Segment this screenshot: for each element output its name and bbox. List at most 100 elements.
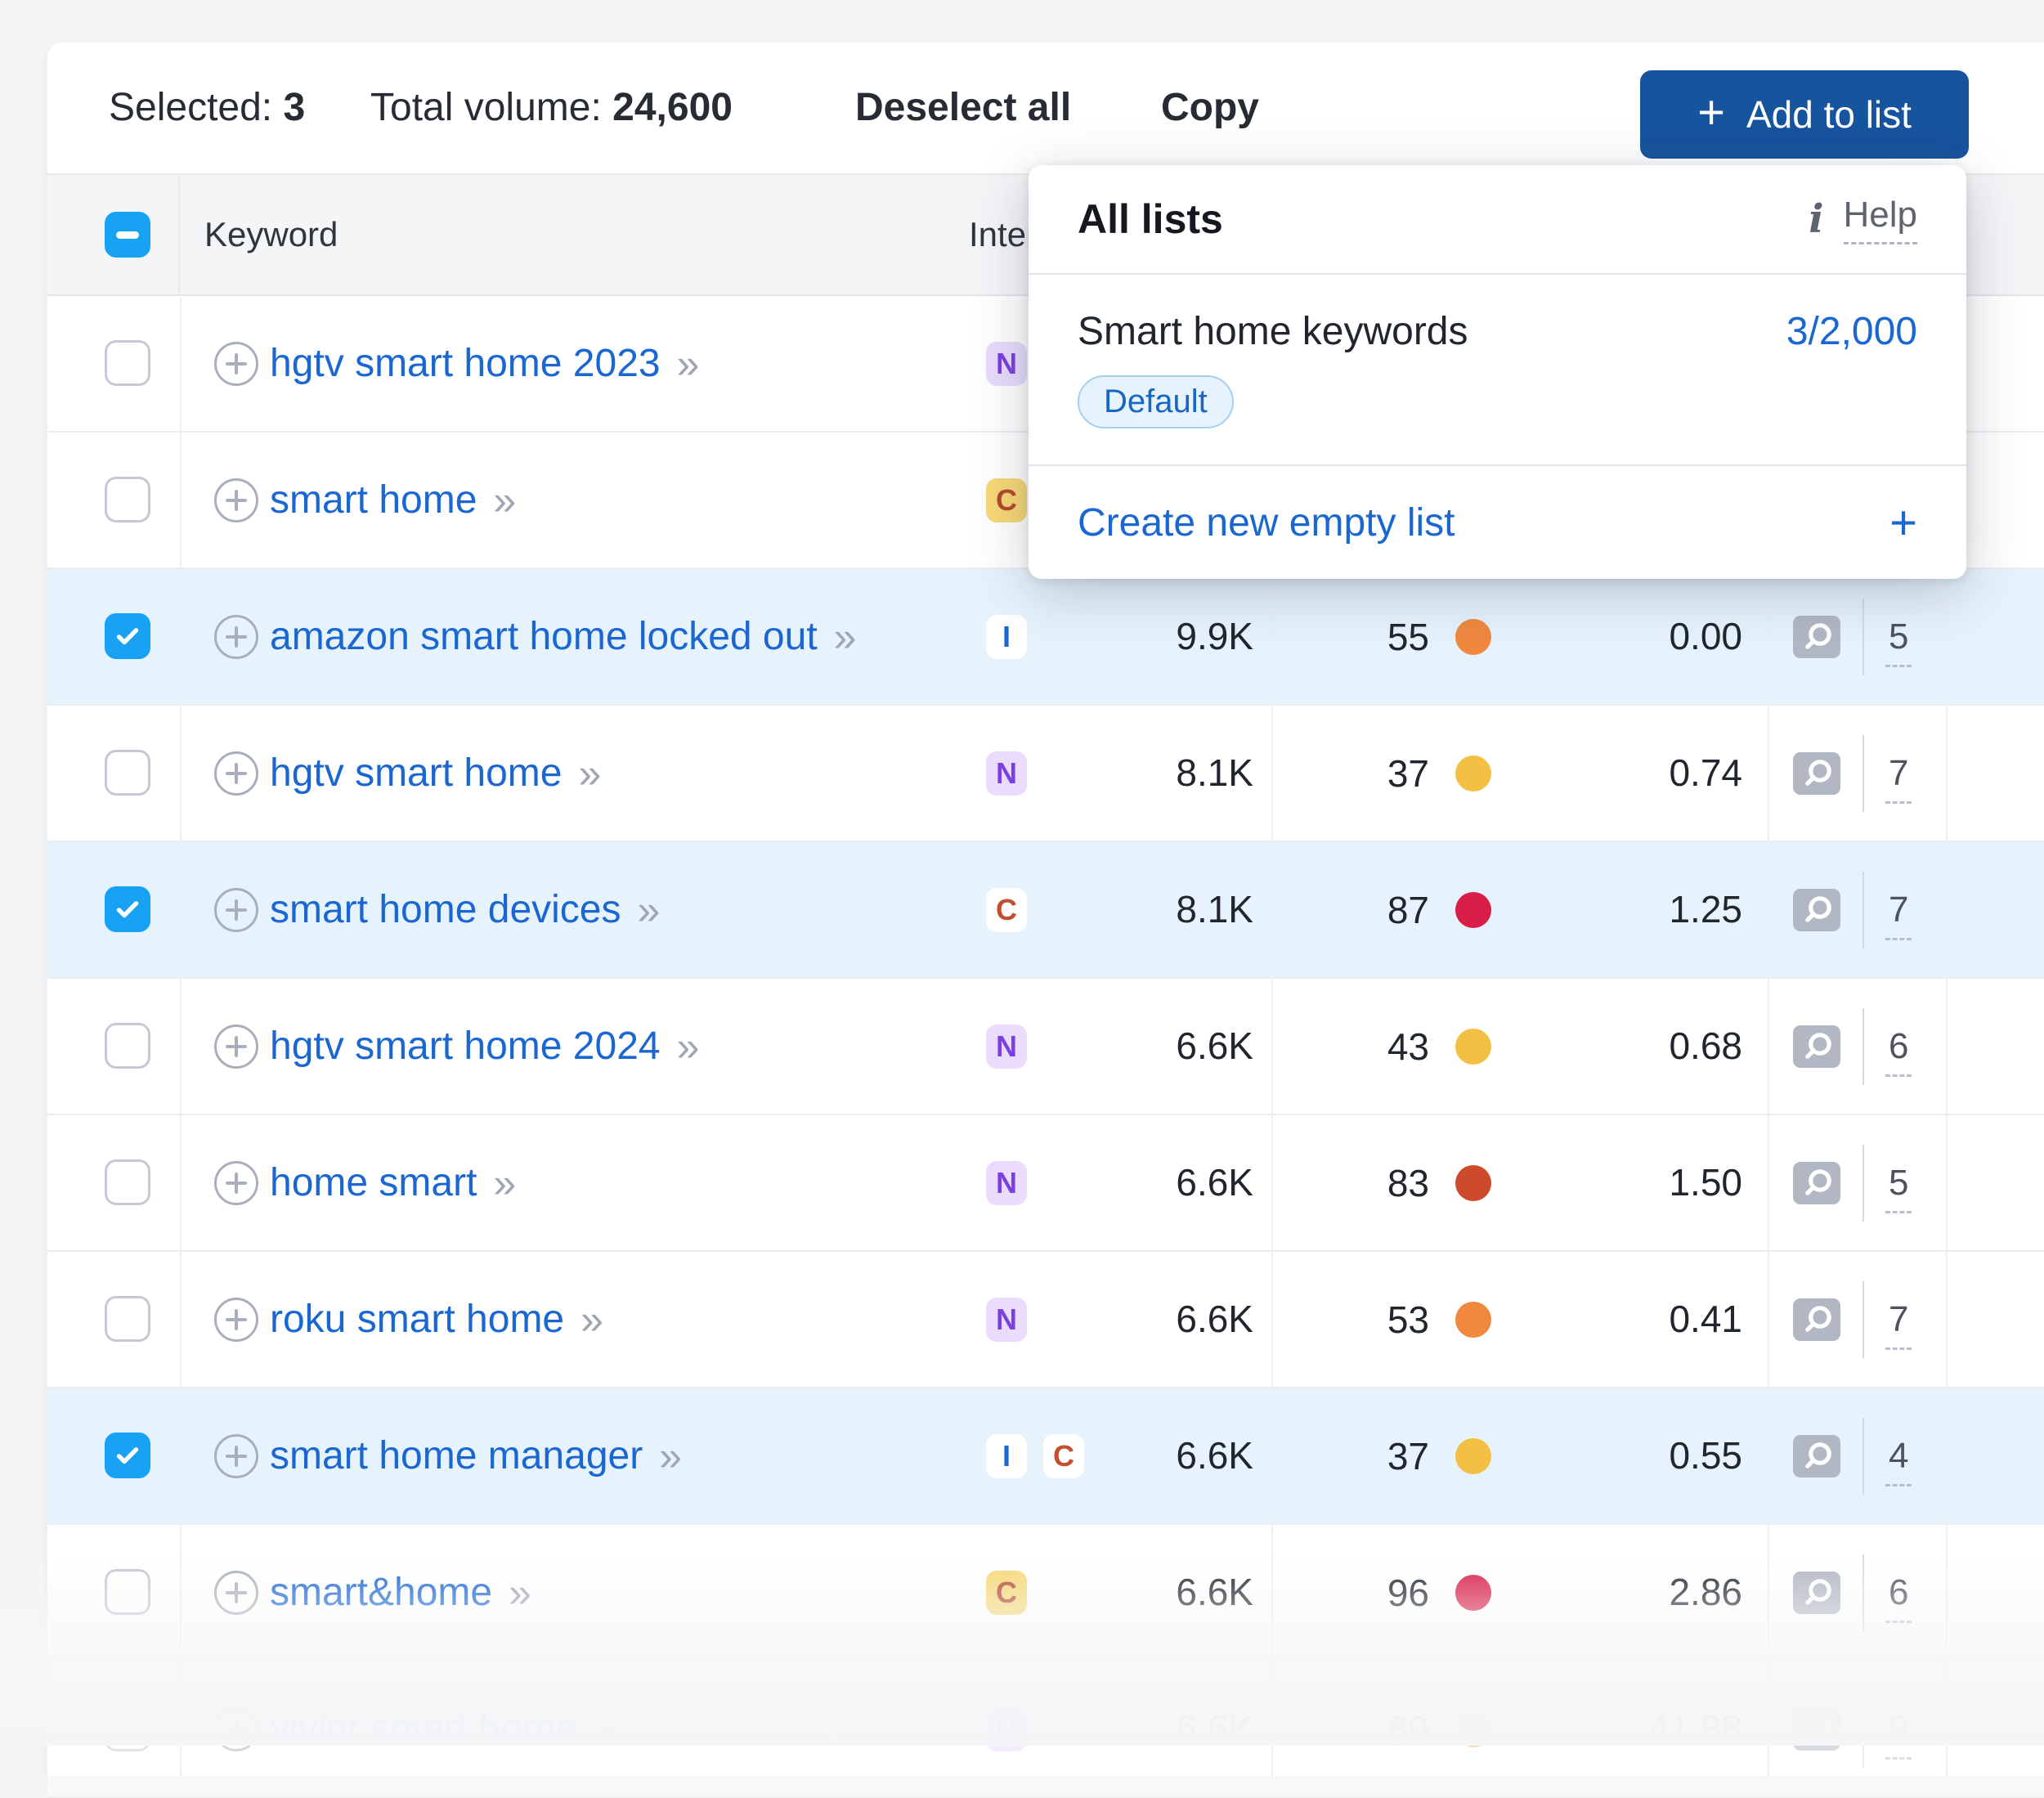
add-keyword-icon[interactable]: [214, 478, 258, 522]
copy-link[interactable]: Copy: [1161, 43, 1259, 173]
add-keyword-icon[interactable]: [214, 888, 258, 932]
serp-preview-icon[interactable]: [1792, 1707, 1841, 1751]
row-checkbox[interactable]: [105, 1569, 150, 1615]
keyword-link[interactable]: smart home manager: [270, 1433, 643, 1478]
row-checkbox[interactable]: [105, 1159, 150, 1205]
keyword-link[interactable]: smart home: [270, 478, 477, 522]
table-row[interactable]: amazon smart home locked out » I 9.9K 55…: [47, 569, 2044, 706]
add-keyword-icon[interactable]: [214, 615, 258, 659]
table-row[interactable]: hgtv smart home » N 8.1K 37 0.74 7: [47, 706, 2044, 842]
row-checkbox[interactable]: [105, 613, 150, 659]
serp-preview-icon[interactable]: [1792, 888, 1841, 932]
sf-count[interactable]: 5: [1885, 619, 1912, 667]
add-keyword-icon[interactable]: [214, 1571, 258, 1615]
row-checkbox[interactable]: [105, 1706, 150, 1751]
kd-value: 53: [1387, 1298, 1429, 1342]
double-chevron-icon[interactable]: »: [493, 477, 514, 524]
double-chevron-icon[interactable]: »: [638, 886, 659, 934]
serp-preview-icon[interactable]: [1792, 1161, 1841, 1205]
add-keyword-icon[interactable]: [214, 751, 258, 796]
sf-count[interactable]: 6: [1885, 1029, 1912, 1077]
keyword-link[interactable]: smart&home: [270, 1570, 492, 1615]
list-item[interactable]: Smart home keywords 3/2,000 Default: [1029, 275, 1966, 464]
select-all-checkbox[interactable]: [105, 212, 150, 258]
add-to-list-button[interactable]: + Add to list: [1640, 70, 1969, 159]
volume-value: 8.1K: [988, 842, 1253, 979]
serp-preview-icon[interactable]: [1792, 1025, 1841, 1069]
help-link[interactable]: i Help: [1809, 195, 1917, 244]
keyword-link[interactable]: hgtv smart home: [270, 751, 562, 796]
double-chevron-icon[interactable]: »: [578, 750, 599, 797]
column-header-keyword[interactable]: Keyword: [204, 175, 338, 294]
sf-count[interactable]: 6: [1885, 1575, 1912, 1623]
sf-count[interactable]: 7: [1885, 892, 1912, 940]
volume-value: 6.6K: [988, 1252, 1253, 1388]
row-checkbox[interactable]: [105, 1296, 150, 1342]
table-row[interactable]: roku smart home » N 6.6K 53 0.41 7: [47, 1252, 2044, 1388]
add-keyword-icon[interactable]: [214, 1707, 258, 1751]
table-row[interactable]: smart home manager » IC 6.6K 37 0.55 4: [47, 1388, 2044, 1525]
table-row[interactable]: vivint smart home » N 6.6K 69 41.88 9: [47, 1661, 2044, 1798]
row-checkbox[interactable]: [105, 750, 150, 796]
serp-cell: 7: [1792, 842, 1912, 977]
cpc-value: 0.41: [1519, 1252, 1742, 1388]
double-chevron-icon[interactable]: »: [493, 1159, 514, 1207]
total-volume: Total volume: 24,600: [370, 43, 733, 173]
double-chevron-icon[interactable]: »: [509, 1569, 530, 1616]
serp-preview-icon[interactable]: [1792, 615, 1841, 659]
kd-value: 96: [1387, 1571, 1429, 1615]
deselect-all-link[interactable]: Deselect all: [855, 43, 1071, 173]
plus-icon: +: [1697, 85, 1725, 140]
row-checkbox[interactable]: [105, 1433, 150, 1478]
cpc-value: 0.68: [1519, 979, 1742, 1115]
double-chevron-icon[interactable]: »: [659, 1433, 680, 1480]
double-chevron-icon[interactable]: »: [834, 613, 855, 661]
serp-preview-icon[interactable]: [1792, 751, 1841, 796]
keyword-link[interactable]: roku smart home: [270, 1297, 564, 1342]
popup-header: All lists i Help: [1029, 165, 1966, 273]
double-chevron-icon[interactable]: »: [677, 1023, 698, 1070]
sf-count[interactable]: 5: [1885, 1165, 1912, 1213]
kd-cell: 96: [1225, 1525, 1491, 1660]
double-chevron-icon[interactable]: »: [580, 1296, 602, 1343]
row-checkbox[interactable]: [105, 477, 150, 522]
keyword-link[interactable]: home smart: [270, 1160, 477, 1205]
table-row[interactable]: hgtv smart home 2024 » N 6.6K 43 0.68 6: [47, 979, 2044, 1115]
keyword-link[interactable]: hgtv smart home 2024: [270, 1024, 661, 1069]
row-checkbox[interactable]: [105, 886, 150, 932]
kd-dot: [1455, 1029, 1491, 1065]
serp-divider: [1862, 1418, 1864, 1495]
keyword-link[interactable]: amazon smart home locked out: [270, 614, 818, 659]
add-keyword-icon[interactable]: [214, 1298, 258, 1342]
add-keyword-icon[interactable]: [214, 1434, 258, 1478]
table-row[interactable]: smart home devices » C 8.1K 87 1.25 7: [47, 842, 2044, 979]
kd-value: 83: [1387, 1161, 1429, 1205]
sf-count[interactable]: 4: [1885, 1438, 1912, 1486]
serp-preview-icon[interactable]: [1792, 1571, 1841, 1615]
add-keyword-icon[interactable]: [214, 342, 258, 386]
add-keyword-icon[interactable]: [214, 1025, 258, 1069]
row-checkbox[interactable]: [105, 1023, 150, 1069]
serp-preview-icon[interactable]: [1792, 1298, 1841, 1342]
default-badge: Default: [1078, 375, 1234, 428]
plus-icon: +: [1889, 495, 1917, 550]
table-row[interactable]: smart&home » C 6.6K 96 2.86 6: [47, 1525, 2044, 1661]
keyword-link[interactable]: hgtv smart home 2023: [270, 341, 661, 386]
serp-cell: 6: [1792, 1525, 1912, 1660]
sf-count[interactable]: 9: [1885, 1711, 1912, 1760]
serp-divider: [1862, 599, 1864, 675]
double-chevron-icon[interactable]: »: [677, 340, 698, 388]
keyword-link[interactable]: vivint smart home: [270, 1706, 577, 1751]
create-new-list-link[interactable]: Create new empty list +: [1029, 466, 1966, 579]
volume-value: 6.6K: [988, 1388, 1253, 1525]
sf-count[interactable]: 7: [1885, 1302, 1912, 1350]
row-checkbox[interactable]: [105, 340, 150, 386]
kd-value: 37: [1387, 1434, 1429, 1478]
serp-preview-icon[interactable]: [1792, 1434, 1841, 1478]
kd-dot: [1455, 1575, 1491, 1611]
table-row[interactable]: home smart » N 6.6K 83 1.50 5: [47, 1115, 2044, 1252]
sf-count[interactable]: 7: [1885, 756, 1912, 804]
keyword-link[interactable]: smart home devices: [270, 887, 621, 932]
serp-cell: 5: [1792, 1115, 1912, 1250]
add-keyword-icon[interactable]: [214, 1161, 258, 1205]
